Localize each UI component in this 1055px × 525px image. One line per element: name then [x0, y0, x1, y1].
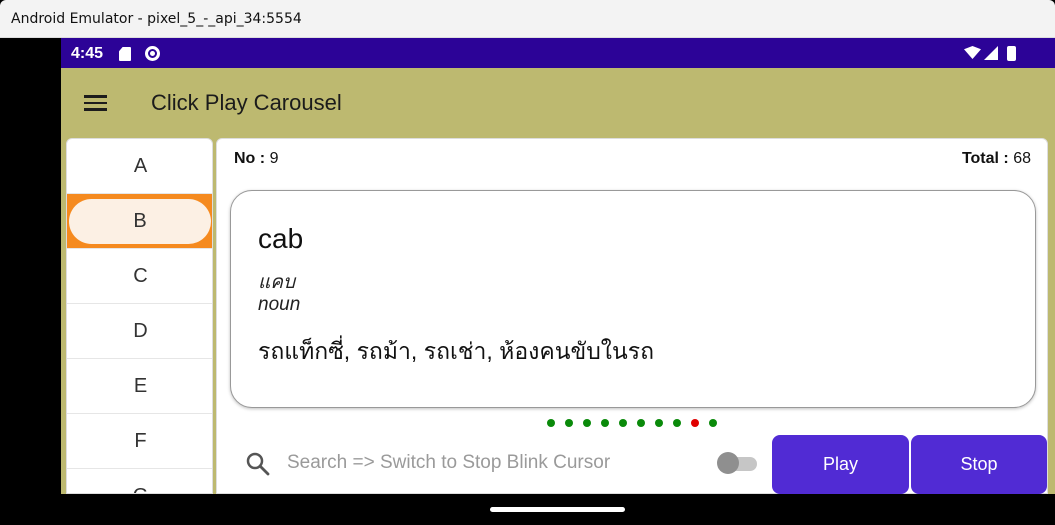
carousel-dot[interactable] [637, 419, 645, 427]
window-title: Android Emulator - pixel_5_-_api_34:5554 [11, 11, 302, 27]
letter-label: C [133, 265, 148, 287]
word-text: cab [258, 223, 304, 254]
pronunciation-text: แคบ [258, 272, 296, 293]
search-input[interactable] [287, 448, 707, 478]
battery-icon [1007, 46, 1016, 61]
part-of-speech-text: noun [258, 294, 301, 315]
status-bar: 4:45 [61, 38, 1055, 68]
switch-thumb [717, 452, 739, 474]
gesture-handle[interactable] [490, 507, 625, 512]
letter-item-c[interactable]: C [67, 249, 212, 304]
letter-item-e[interactable]: E [67, 359, 212, 414]
content-panel: No : 9 Total : 68 cab แคบ noun รถแท็กซี่… [216, 138, 1048, 494]
emulator-window: Android Emulator - pixel_5_-_api_34:5554… [0, 0, 1055, 525]
letter-item-d[interactable]: D [67, 304, 212, 359]
carousel-indicator[interactable] [547, 419, 717, 429]
carousel-dot[interactable] [655, 419, 663, 427]
stop-button[interactable]: Stop [911, 435, 1047, 494]
app-title: Click Play Carousel [151, 90, 342, 115]
phone-screen: 4:45 Click Play Carousel A B C D E F G N… [61, 38, 1055, 494]
letter-item-g[interactable]: G [67, 469, 212, 493]
meaning-text: รถแท็กซี่, รถม้า, รถเช่า, ห้องคนขับในรถ [258, 338, 655, 364]
status-time: 4:45 [71, 45, 104, 62]
app-bar: Click Play Carousel [61, 68, 1055, 138]
carousel-dot[interactable] [565, 419, 573, 427]
word-card[interactable]: cab แคบ noun รถแท็กซี่, รถม้า, รถเช่า, ห… [230, 190, 1036, 408]
letter-sidebar[interactable]: A B C D E F G [66, 138, 213, 494]
letter-label: D [133, 320, 148, 342]
letter-label: E [133, 375, 148, 397]
search-icon [246, 452, 270, 476]
carousel-dot-active[interactable] [691, 419, 699, 427]
carousel-dot[interactable] [709, 419, 717, 427]
window-titlebar[interactable]: Android Emulator - pixel_5_-_api_34:5554 [0, 0, 1055, 38]
total-label: Total : [961, 150, 1009, 167]
carousel-dot[interactable] [619, 419, 627, 427]
carousel-dot[interactable] [547, 419, 555, 427]
total-value: 68 [1013, 150, 1031, 167]
blink-cursor-switch[interactable] [717, 452, 757, 474]
letter-label: G [133, 485, 149, 493]
selected-pill: B [69, 199, 211, 244]
signal-icon [984, 46, 998, 60]
letter-item-a[interactable]: A [67, 139, 212, 194]
letter-label: F [134, 430, 147, 452]
navigation-bar [0, 494, 1055, 525]
no-value: 9 [269, 150, 279, 167]
total-count: Total : 68 [962, 150, 1031, 168]
letter-item-b[interactable]: B [67, 194, 212, 249]
wifi-icon [964, 46, 981, 59]
carousel-dot[interactable] [673, 419, 681, 427]
sd-card-icon [119, 47, 131, 61]
carousel-dot[interactable] [583, 419, 591, 427]
letter-label: B [133, 210, 147, 232]
item-number: No : 9 [234, 150, 278, 168]
carousel-dot[interactable] [601, 419, 609, 427]
letter-label: A [133, 155, 148, 177]
notification-icon [145, 46, 160, 61]
letter-item-f[interactable]: F [67, 414, 212, 469]
hamburger-menu-icon[interactable] [84, 95, 107, 111]
play-button[interactable]: Play [772, 435, 909, 494]
no-label: No : [234, 150, 266, 167]
